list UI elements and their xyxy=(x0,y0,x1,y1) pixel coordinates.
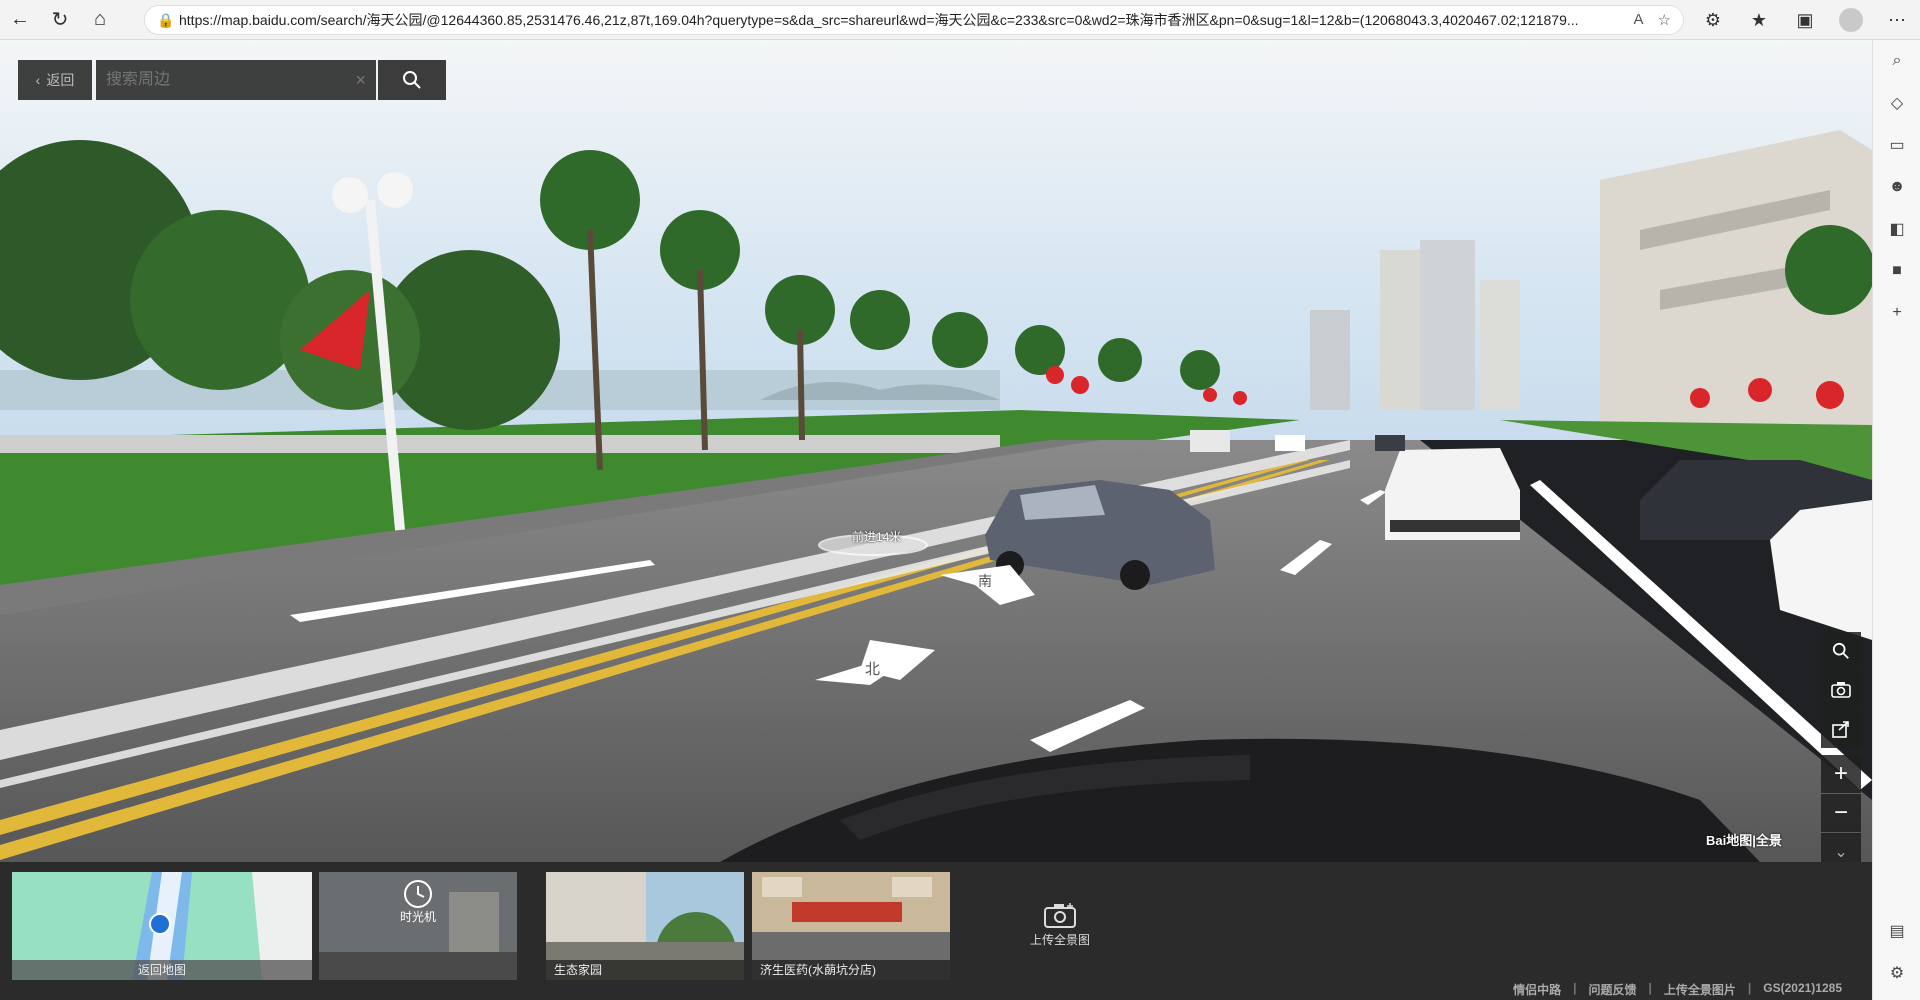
reload-icon[interactable]: ↻ xyxy=(40,0,80,40)
toolbox-icon[interactable]: ▭ xyxy=(1873,124,1920,166)
browser-toolbar: ← ↻ ⌂ 🔒 https://map.baidu.com/search/海天公… xyxy=(0,0,1920,40)
office-icon[interactable]: ◧ xyxy=(1873,208,1920,250)
poi-b-label: 济生医药(水蓢坑分店) xyxy=(752,960,950,980)
upload-photo-link[interactable]: 上传全景图片 xyxy=(1664,981,1736,998)
arrow-south-label: 南 xyxy=(978,573,992,589)
return-button[interactable]: ‹ 返回 xyxy=(18,60,92,100)
time-machine-image xyxy=(319,872,517,980)
return-to-map-thumbnail[interactable]: 返回地图 xyxy=(12,872,312,980)
footer-links: 情侣中路 | 问题反馈 | 上传全景图片 | GS(2021)1285 xyxy=(1513,981,1842,998)
baidu-watermark: Bai地图|全景 xyxy=(1706,833,1782,848)
settings-gear-icon[interactable]: ⚙ xyxy=(1873,952,1920,994)
poi-thumbnail-ecological-home[interactable]: 生态家园 xyxy=(546,872,744,980)
location-marker-icon xyxy=(149,913,171,935)
arrow-north-label: 北 xyxy=(865,661,881,678)
minus-icon: − xyxy=(1833,799,1848,826)
return-map-label: 返回地图 xyxy=(12,960,312,980)
browser-sidebar: ⌕ ◇ ▭ ☻ ◧ ■ + ▤ ⚙ xyxy=(1872,40,1920,1000)
search-icon[interactable]: ⌕ xyxy=(1873,40,1920,82)
profile-avatar[interactable] xyxy=(1828,0,1874,40)
share-button[interactable] xyxy=(1821,710,1861,748)
outlook-icon[interactable]: ■ xyxy=(1873,250,1920,292)
clear-icon[interactable]: × xyxy=(355,70,366,91)
extensions-icon[interactable]: ⚙ xyxy=(1690,0,1736,40)
time-machine-thumbnail[interactable]: 时光机 xyxy=(319,872,517,980)
license-number: GS(2021)1285 xyxy=(1763,981,1842,995)
search-button[interactable] xyxy=(378,60,446,100)
poi-thumbnail-pharmacy[interactable]: 济生医药(水蓢坑分店) xyxy=(752,872,950,980)
nearby-search-box[interactable]: × xyxy=(96,60,376,100)
search-icon xyxy=(403,71,421,89)
read-aloud-icon[interactable]: A xyxy=(1634,11,1644,29)
lock-icon[interactable]: 🔒 xyxy=(157,12,179,29)
thumbnail-bar: 返回地图 时光机 生态家园 济生医药(水蓢坑分店) 上传全景图 情侣中路 | 问… xyxy=(0,862,1872,1000)
time-machine-label: 时光机 xyxy=(399,910,436,924)
address-bar[interactable]: 🔒 https://map.baidu.com/search/海天公园/@126… xyxy=(144,5,1684,35)
split-screen-icon[interactable]: ▤ xyxy=(1873,910,1920,952)
share-icon xyxy=(1832,721,1849,738)
camera-icon xyxy=(1831,682,1851,698)
street-panorama[interactable]: 前进14米 南 北 xyxy=(0,40,1872,862)
panorama-image[interactable] xyxy=(0,40,1872,862)
add-icon[interactable]: + xyxy=(1873,292,1920,334)
zoom-out-button[interactable]: − xyxy=(1821,794,1861,832)
favorites-icon[interactable]: ★ xyxy=(1736,0,1782,40)
upload-panorama-button[interactable]: 上传全景图 xyxy=(1000,902,1120,948)
poi-a-label: 生态家园 xyxy=(546,960,744,980)
home-icon[interactable]: ⌂ xyxy=(80,0,120,40)
chevron-left-icon: ‹ xyxy=(35,72,41,88)
return-label: 返回 xyxy=(46,72,75,88)
nearby-search-input[interactable] xyxy=(106,71,356,89)
collections-icon[interactable]: ▣ xyxy=(1782,0,1828,40)
camera-plus-icon xyxy=(1044,903,1076,928)
forward-distance-label: 前进14米 xyxy=(852,530,902,544)
chevron-down-icon: ⌄ xyxy=(1834,844,1848,861)
footer-road-link[interactable]: 情侣中路 xyxy=(1513,981,1561,998)
url-text[interactable]: https://map.baidu.com/search/海天公园/@12644… xyxy=(179,10,1624,30)
zoom-in-button[interactable]: + xyxy=(1821,755,1861,793)
plus-icon: + xyxy=(1833,760,1848,787)
search-icon xyxy=(1832,642,1849,659)
favorite-star-icon[interactable]: ☆ xyxy=(1658,11,1671,29)
pano-search-button[interactable] xyxy=(1821,632,1861,670)
tag-icon[interactable]: ◇ xyxy=(1873,82,1920,124)
people-icon[interactable]: ☻ xyxy=(1873,166,1920,208)
upload-panorama-label: 上传全景图 xyxy=(1029,933,1090,947)
screenshot-button[interactable] xyxy=(1821,671,1861,709)
pano-tools: + − ⌄ xyxy=(1821,632,1861,872)
more-menu-icon[interactable]: ⋯ xyxy=(1874,0,1920,40)
back-icon[interactable]: ← xyxy=(0,0,40,40)
feedback-link[interactable]: 问题反馈 xyxy=(1589,981,1637,998)
